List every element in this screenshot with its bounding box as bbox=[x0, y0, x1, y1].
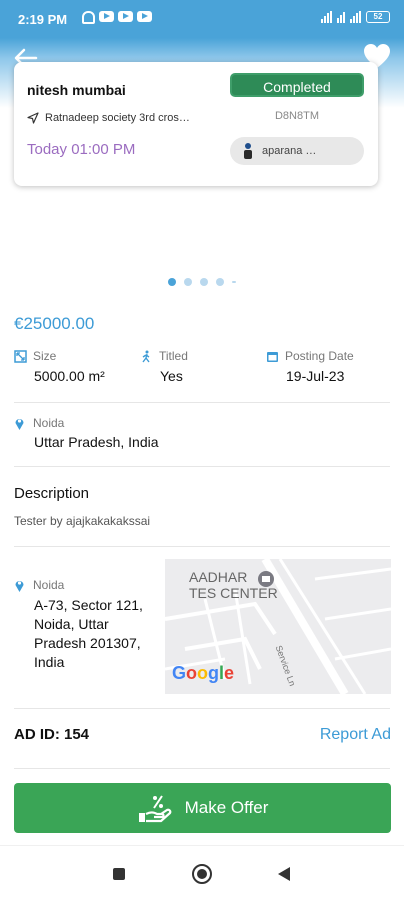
listing-card[interactable]: nitesh mumbai Ratnadeep society 3rd cros… bbox=[14, 62, 378, 186]
user-chip[interactable]: aparana … bbox=[230, 137, 364, 165]
listing-name: nitesh mumbai bbox=[27, 82, 126, 98]
stat-posting-label: Posting Date bbox=[285, 349, 354, 363]
user-name: aparana … bbox=[262, 145, 317, 157]
carousel-dot[interactable] bbox=[184, 278, 192, 286]
address-label: Noida bbox=[33, 578, 65, 592]
map-place-line2: TES CENTER bbox=[189, 585, 278, 601]
signal-icon bbox=[350, 11, 361, 23]
bell-off-icon bbox=[82, 11, 95, 24]
description-title: Description bbox=[14, 485, 90, 502]
offer-hand-icon bbox=[138, 795, 171, 823]
divider bbox=[14, 708, 390, 709]
calendar-icon bbox=[267, 351, 278, 362]
stat-size-label: Size bbox=[33, 349, 57, 363]
map-pin-icon bbox=[15, 581, 24, 592]
system-nav-bar bbox=[0, 845, 404, 900]
status-bar: 2:19 PM 52 bbox=[0, 0, 404, 38]
carousel-dot[interactable] bbox=[232, 281, 236, 283]
divider bbox=[14, 546, 390, 547]
report-ad-link[interactable]: Report Ad bbox=[320, 726, 391, 744]
stat-posting-value: 19-Jul-23 bbox=[286, 368, 345, 384]
stat-posting-date: Posting Date 19-Jul-23 bbox=[266, 349, 354, 384]
back-icon[interactable] bbox=[278, 867, 290, 881]
price: €25000.00 bbox=[14, 314, 95, 333]
battery-icon: 52 bbox=[366, 11, 390, 23]
description-text: Tester by ajajkakakakssai bbox=[14, 514, 151, 528]
walking-person-icon bbox=[142, 350, 150, 362]
map-place-label: AADHAR TES CENTER bbox=[189, 569, 278, 601]
resize-icon bbox=[14, 349, 27, 363]
stat-titled-label: Titled bbox=[159, 349, 188, 363]
stat-size: Size 5000.00 m² bbox=[14, 349, 105, 384]
youtube-icon bbox=[118, 11, 133, 22]
ad-id: AD ID: 154 bbox=[14, 726, 90, 743]
youtube-icon bbox=[99, 11, 114, 22]
carousel-dot[interactable] bbox=[200, 278, 208, 286]
divider bbox=[14, 402, 390, 403]
google-logo: Google bbox=[172, 663, 235, 683]
map-preview[interactable]: AADHAR TES CENTER Service Ln Google bbox=[165, 559, 391, 694]
divider bbox=[14, 768, 390, 769]
map-pin-icon bbox=[15, 419, 24, 430]
notification-icons bbox=[82, 11, 152, 24]
divider bbox=[14, 466, 390, 467]
location-value: Uttar Pradesh, India bbox=[34, 434, 159, 450]
stat-size-value: 5000.00 m² bbox=[34, 368, 105, 384]
signal-icon bbox=[321, 11, 332, 23]
carousel-dot[interactable] bbox=[168, 278, 176, 286]
wifi-icon bbox=[337, 11, 345, 23]
location-summary: Noida Uttar Pradesh, India bbox=[14, 416, 159, 450]
make-offer-button[interactable]: Make Offer bbox=[14, 783, 391, 833]
listing-address: Ratnadeep society 3rd cros… bbox=[27, 112, 190, 124]
make-offer-label: Make Offer bbox=[184, 798, 269, 817]
address-full: A-73, Sector 121, Noida, Uttar Pradesh 2… bbox=[34, 597, 143, 670]
address-block: Noida A-73, Sector 121, Noida, Uttar Pra… bbox=[14, 578, 159, 672]
carousel-indicator[interactable] bbox=[0, 278, 404, 286]
stat-titled: Titled Yes bbox=[140, 349, 188, 384]
status-time: 2:19 PM bbox=[18, 12, 68, 27]
location-label: Noida bbox=[33, 416, 65, 430]
listing-address-text: Ratnadeep society 3rd cros… bbox=[45, 112, 190, 124]
listing-code: D8N8TM bbox=[274, 110, 319, 122]
property-stats: Size 5000.00 m² Titled Yes Posting Date … bbox=[14, 349, 390, 389]
map-place-line1: AADHAR bbox=[189, 569, 248, 585]
listing-time: Today 01:00 PM bbox=[27, 141, 136, 158]
system-icons: 52 bbox=[321, 11, 390, 23]
carousel-dot[interactable] bbox=[216, 278, 224, 286]
home-icon[interactable] bbox=[192, 864, 212, 884]
youtube-icon bbox=[137, 11, 152, 22]
stat-titled-value: Yes bbox=[160, 368, 183, 384]
status-badge: Completed bbox=[230, 73, 364, 97]
person-icon bbox=[242, 143, 254, 159]
navigation-icon bbox=[27, 112, 39, 124]
listing-hero: nitesh mumbai Ratnadeep society 3rd cros… bbox=[0, 38, 404, 288]
recents-icon[interactable] bbox=[113, 868, 125, 880]
